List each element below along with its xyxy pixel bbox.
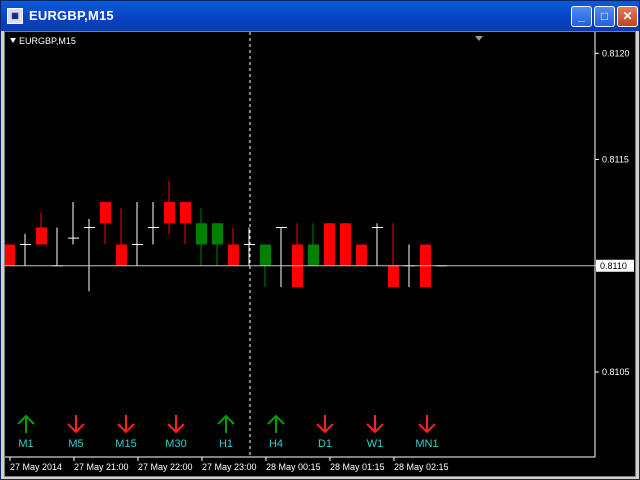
- minimize-button[interactable]: _: [571, 6, 592, 27]
- timeframe-label: H1: [219, 438, 233, 450]
- price-axis: 0.81200.81150.81100.81050.8110: [5, 48, 634, 377]
- bear-candle: [228, 244, 239, 266]
- chart-window-icon: ▦: [7, 8, 23, 24]
- timeframe-signal-m5: M5: [67, 415, 85, 450]
- timeframe-indicator: M1 M5 M15 M30 H1 H4 D1 W1 MN1: [17, 414, 439, 450]
- bear-candle: [116, 244, 127, 266]
- arrow-down-icon: [316, 415, 334, 434]
- chart-window: ▦ EURGBP,M15 _ □ ✕ 0.8120 0.8115 0.8110 0.8…: [0, 0, 640, 480]
- time-label: 28 May 01:15: [330, 462, 385, 472]
- price-chart[interactable]: 0.81200.81150.81100.81050.8110 27 May 20…: [5, 32, 635, 476]
- bear-candle: [388, 265, 399, 287]
- arrow-up-icon: [17, 414, 35, 433]
- timeframe-signal-m15: M15: [115, 415, 137, 450]
- timeframe-label: W1: [367, 438, 384, 450]
- bull-candle: [308, 244, 319, 266]
- bull-candle: [260, 244, 271, 266]
- time-label: 27 May 2014: [10, 462, 62, 472]
- arrow-down-icon: [366, 415, 384, 434]
- price-level-label: 0.8105: [602, 367, 630, 377]
- timeframe-signal-w1: W1: [366, 415, 384, 450]
- current-price-label: 0.8110: [600, 261, 627, 271]
- timeframe-label: M1: [18, 438, 33, 450]
- bear-candle: [100, 202, 111, 224]
- timeframe-label: M15: [115, 438, 136, 450]
- arrow-up-icon: [217, 414, 235, 433]
- chart-shift-marker[interactable]: [475, 36, 483, 41]
- bear-candle: [356, 244, 367, 266]
- bear-candle: [180, 202, 191, 224]
- bull-candle: [196, 223, 207, 245]
- arrow-down-icon: [117, 415, 135, 434]
- time-label: 28 May 02:15: [394, 462, 449, 472]
- symbol-label[interactable]: EURGBP,M15: [10, 36, 76, 46]
- chart-area[interactable]: 0.81200.81150.81100.81050.8110 27 May 20…: [4, 31, 636, 477]
- timeframe-signal-h4: H4: [267, 414, 285, 450]
- window-title: EURGBP,M15: [29, 8, 114, 23]
- timeframe-signal-d1: D1: [316, 415, 334, 450]
- timeframe-label: MN1: [415, 438, 438, 450]
- maximize-button[interactable]: □: [594, 6, 615, 27]
- timeframe-label: H4: [269, 438, 283, 450]
- arrow-down-icon: [67, 415, 85, 434]
- timeframe-signal-mn1: MN1: [415, 415, 439, 450]
- symbol-label-text: EURGBP,M15: [19, 36, 76, 46]
- time-label: 27 May 21:00: [74, 462, 129, 472]
- arrow-up-icon: [267, 414, 285, 433]
- timeframe-signal-m1: M1: [17, 414, 35, 450]
- timeframe-signal-h1: H1: [217, 414, 235, 450]
- bear-candle: [36, 227, 47, 245]
- bear-candle: [5, 244, 15, 266]
- price-level-label: 0.8115: [602, 155, 629, 165]
- close-button[interactable]: ✕: [617, 6, 638, 27]
- timeframe-label: M30: [165, 438, 186, 450]
- arrow-down-icon: [418, 415, 436, 434]
- dropdown-triangle-icon: [10, 38, 16, 43]
- time-axis: 27 May 2014 27 May 21:00 27 May 22:00 27 Ma…: [9, 457, 449, 472]
- bear-candle: [340, 223, 351, 266]
- candles-layer: [5, 180, 447, 292]
- bull-candle: [212, 223, 223, 245]
- timeframe-signal-m30: M30: [165, 415, 187, 450]
- bear-candle: [164, 202, 175, 224]
- title-bar[interactable]: ▦ EURGBP,M15 _ □ ✕: [1, 1, 639, 31]
- timeframe-label: M5: [68, 438, 83, 450]
- bear-candle: [324, 223, 335, 266]
- time-label: 27 May 23:00: [202, 462, 257, 472]
- time-label: 27 May 22:00: [138, 462, 193, 472]
- timeframe-label: D1: [318, 438, 332, 450]
- time-label: 28 May 00:15: [266, 462, 321, 472]
- price-level-label: 0.8120: [602, 48, 630, 58]
- arrow-down-icon: [167, 415, 185, 434]
